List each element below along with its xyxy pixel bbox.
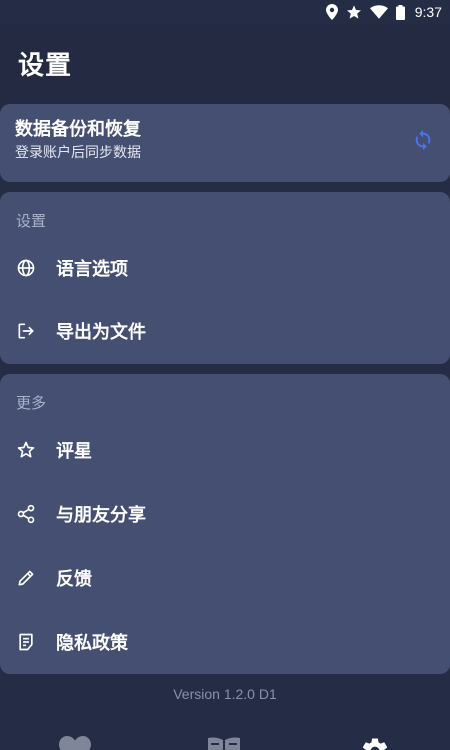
star-icon xyxy=(346,5,361,19)
heart-icon xyxy=(59,736,91,750)
book-icon xyxy=(208,737,240,750)
menu-item-language[interactable]: 语言选项 xyxy=(0,240,450,296)
globe-icon xyxy=(16,258,36,278)
nav-library[interactable] xyxy=(207,736,241,750)
menu-item-privacy[interactable]: 隐私政策 xyxy=(0,614,450,670)
menu-item-share[interactable]: 与朋友分享 xyxy=(0,486,450,542)
menu-label-export: 导出为文件 xyxy=(56,322,146,343)
status-time: 9:37 xyxy=(414,4,442,20)
document-icon xyxy=(16,632,36,652)
pencil-icon xyxy=(16,568,36,588)
section-label-settings: 设置 xyxy=(16,212,47,230)
nav-favorites[interactable] xyxy=(58,736,92,750)
bottom-nav xyxy=(0,728,450,750)
menu-label-rate: 评星 xyxy=(56,441,92,462)
settings-screen: 9:37 设置 数据备份和恢复 登录账户后同步数据 设置 语言选项 导出为文件 … xyxy=(0,0,450,750)
menu-label-language: 语言选项 xyxy=(56,259,128,280)
menu-item-feedback[interactable]: 反馈 xyxy=(0,550,450,606)
settings-section: 设置 语言选项 导出为文件 xyxy=(0,192,450,364)
menu-item-rate[interactable]: 评星 xyxy=(0,422,450,478)
wifi-icon xyxy=(369,5,388,19)
section-label-more: 更多 xyxy=(16,394,47,412)
share-icon xyxy=(16,504,36,524)
menu-label-privacy: 隐私政策 xyxy=(56,633,128,654)
sync-icon[interactable] xyxy=(412,129,434,151)
menu-label-share: 与朋友分享 xyxy=(56,505,146,526)
app-header: 设置 xyxy=(0,24,450,112)
page-title: 设置 xyxy=(18,50,73,81)
export-icon xyxy=(16,321,36,341)
nav-settings[interactable] xyxy=(358,736,392,750)
more-section: 更多 评星 与朋友分享 反馈 隐私政策 xyxy=(0,374,450,674)
menu-item-export[interactable]: 导出为文件 xyxy=(0,303,450,359)
backup-title: 数据备份和恢复 xyxy=(15,119,141,140)
location-icon xyxy=(325,4,338,20)
battery-icon xyxy=(395,4,405,20)
gear-icon xyxy=(362,738,388,750)
version-text: Version 1.2.0 D1 xyxy=(173,686,277,702)
menu-label-feedback: 反馈 xyxy=(56,569,92,590)
star-outline-icon xyxy=(16,440,36,460)
backup-subtitle: 登录账户后同步数据 xyxy=(15,145,141,161)
status-bar: 9:37 xyxy=(0,0,450,24)
